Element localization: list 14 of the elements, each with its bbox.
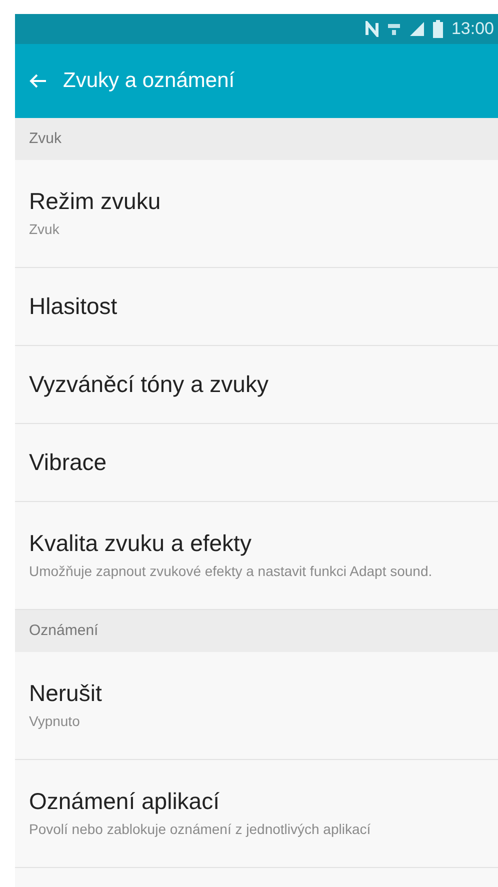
signal-icon <box>409 21 426 37</box>
settings-item[interactable]: Oznámení aplikací Povolí nebo zablokuje oznámení z jednotlivých aplikací <box>15 760 498 868</box>
settings-item[interactable]: Hlasitost <box>15 268 498 346</box>
settings-item[interactable]: Vibrace <box>15 424 498 502</box>
screen-title: Zvuky a oznámení <box>63 68 235 94</box>
clock-time: 13:00 <box>451 18 494 40</box>
settings-item[interactable]: Vyzváněcí tóny a zvuky <box>15 346 498 424</box>
settings-item[interactable]: Režim zvuku Zvuk <box>15 160 498 268</box>
section-header: Oznámení <box>29 620 98 641</box>
section-header: Zvuk <box>29 128 62 149</box>
back-arrow-icon[interactable] <box>29 73 47 89</box>
battery-icon <box>433 20 444 38</box>
settings-item[interactable]: Nerušit Vypnuto <box>15 652 498 760</box>
nfc-icon <box>365 21 380 37</box>
